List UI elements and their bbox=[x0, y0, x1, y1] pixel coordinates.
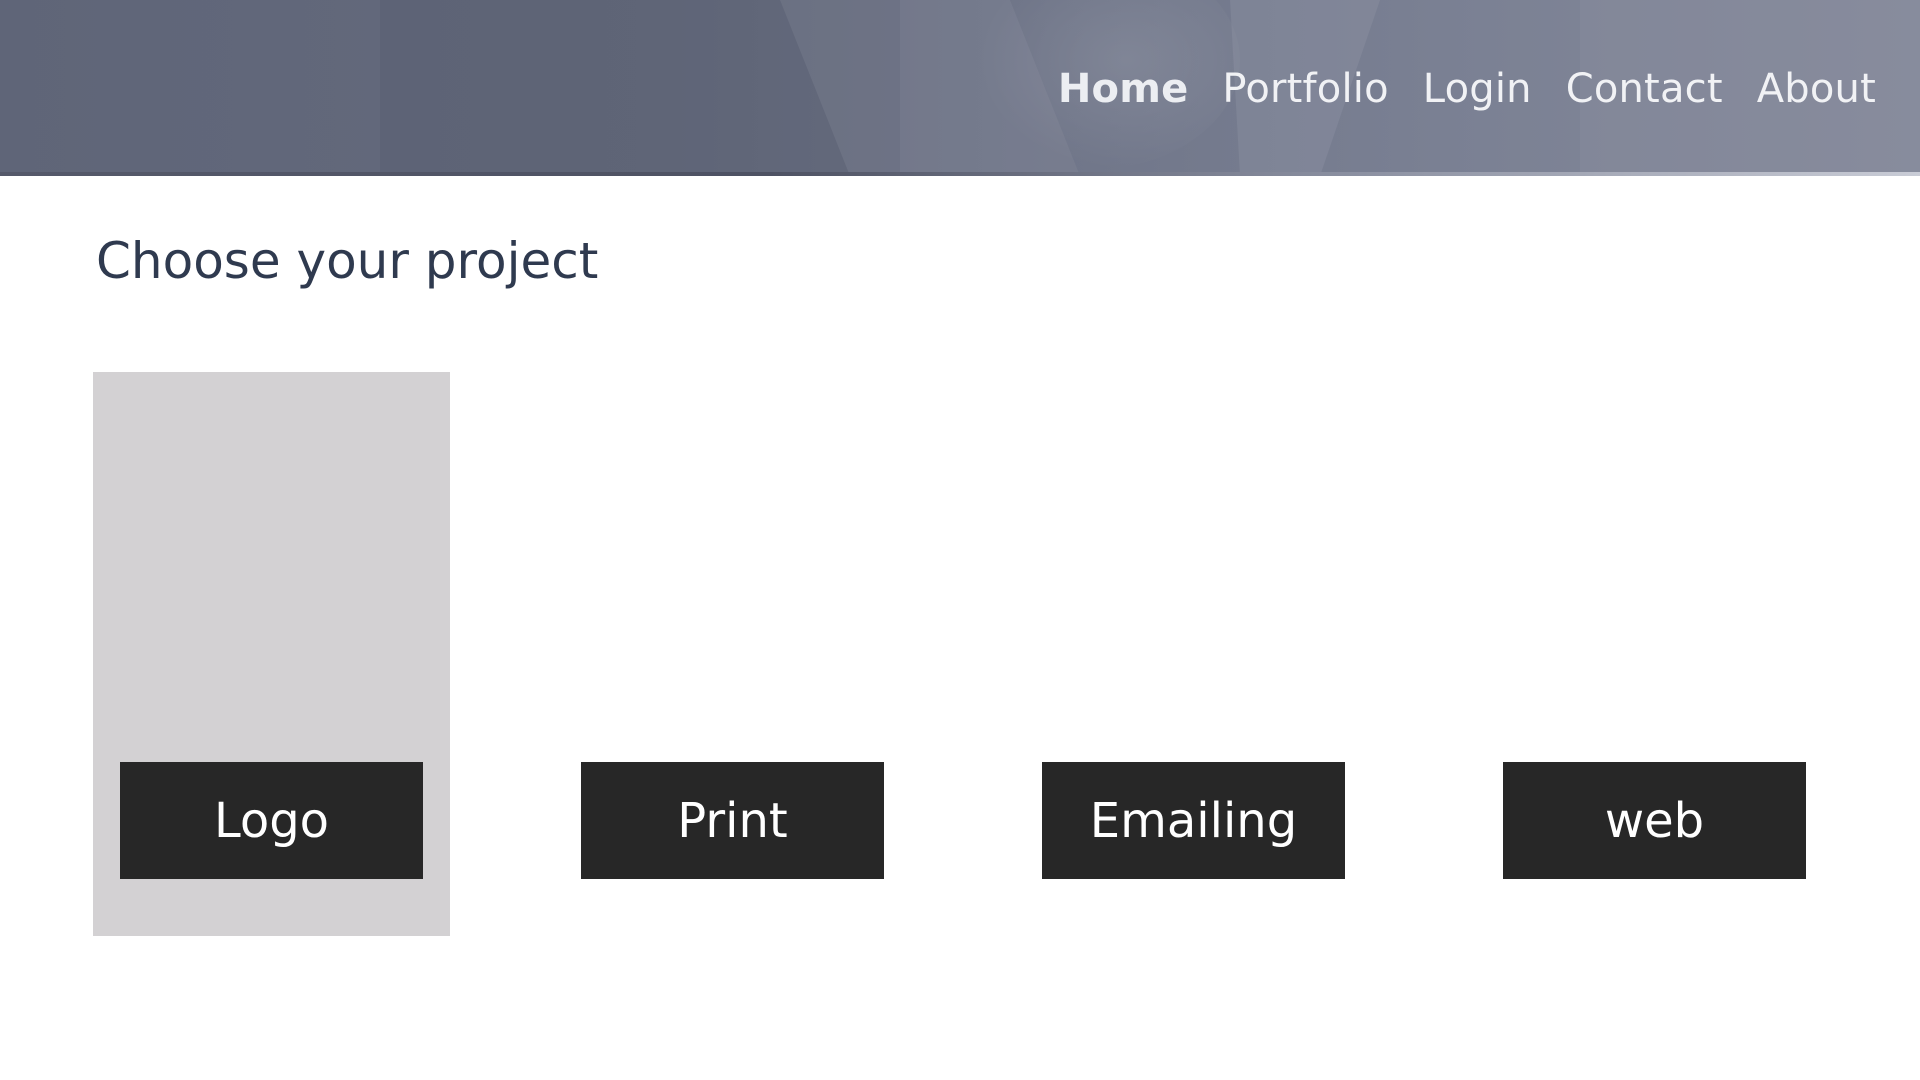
main-nav: Home Portfolio Login Contact About bbox=[1058, 66, 1876, 112]
project-button-print[interactable]: Print bbox=[581, 762, 884, 879]
project-button-logo[interactable]: Logo bbox=[120, 762, 423, 879]
project-button-web[interactable]: web bbox=[1503, 762, 1806, 879]
nav-home[interactable]: Home bbox=[1058, 66, 1189, 112]
header-divider bbox=[0, 172, 1920, 176]
nav-portfolio[interactable]: Portfolio bbox=[1222, 66, 1388, 112]
nav-login[interactable]: Login bbox=[1423, 66, 1532, 112]
page-title: Choose your project bbox=[96, 232, 599, 290]
nav-about[interactable]: About bbox=[1757, 66, 1876, 112]
project-button-emailing[interactable]: Emailing bbox=[1042, 762, 1345, 879]
header-banner: Home Portfolio Login Contact About bbox=[0, 0, 1920, 176]
nav-contact[interactable]: Contact bbox=[1566, 66, 1723, 112]
